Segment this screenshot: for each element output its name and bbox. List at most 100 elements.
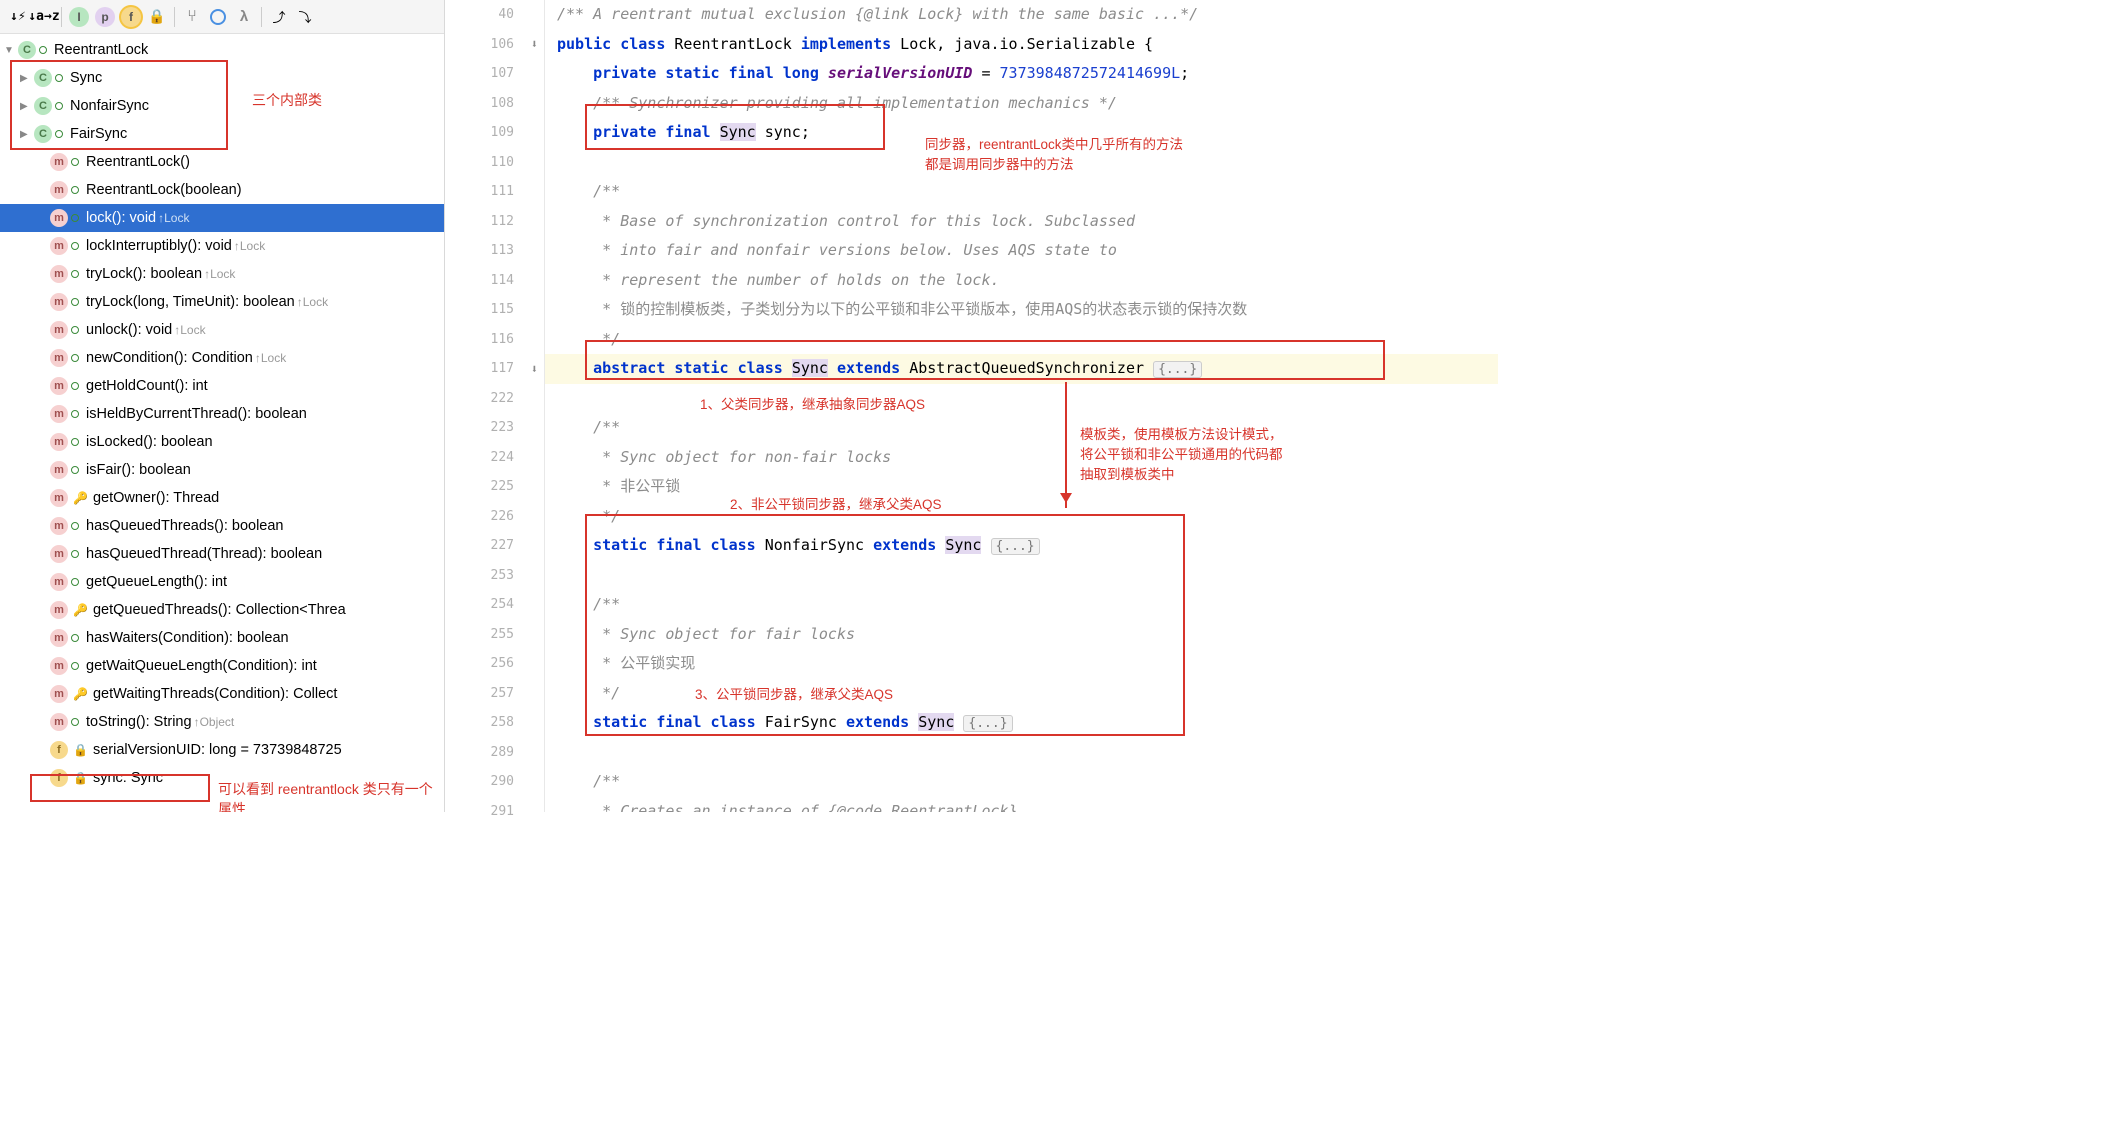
visibility-icon: 🔒: [73, 743, 88, 757]
method-icon: m: [50, 321, 68, 339]
fold-marker[interactable]: {...}: [991, 538, 1040, 555]
class-icon: C: [34, 97, 52, 115]
show-inherited-button[interactable]: ⑂: [180, 5, 204, 29]
line-number[interactable]: 290: [445, 767, 544, 797]
tree-method-node[interactable]: mlock(): void ↑Lock: [0, 204, 444, 232]
tree-method-node[interactable]: mgetHoldCount(): int: [0, 372, 444, 400]
show-anonymous-button[interactable]: [206, 5, 230, 29]
line-number[interactable]: 107: [445, 59, 544, 89]
show-interfaces-button[interactable]: I: [67, 5, 91, 29]
line-number[interactable]: 289: [445, 738, 544, 768]
autoscroll-source-button[interactable]: ⤴: [267, 5, 291, 29]
visibility-icon: [70, 213, 80, 223]
tree-method-node[interactable]: mgetQueueLength(): int: [0, 568, 444, 596]
override-gutter-icon[interactable]: ⬇: [531, 37, 538, 51]
member-name: isFair(): boolean: [86, 462, 191, 478]
line-number[interactable]: 111: [445, 177, 544, 207]
expand-icon[interactable]: ▼: [4, 45, 18, 56]
tree-method-node[interactable]: misLocked(): boolean: [0, 428, 444, 456]
expand-icon[interactable]: ▶: [20, 129, 34, 140]
tree-method-node[interactable]: mtryLock(): boolean ↑Lock: [0, 260, 444, 288]
line-number[interactable]: 291: [445, 797, 544, 827]
class-icon: C: [34, 69, 52, 87]
tree-method-node[interactable]: mhasQueuedThreads(): boolean: [0, 512, 444, 540]
show-lambda-button[interactable]: λ: [232, 5, 256, 29]
line-number[interactable]: 106⬇: [445, 30, 544, 60]
tree-method-node[interactable]: mhasQueuedThread(Thread): boolean: [0, 540, 444, 568]
tree-method-node[interactable]: mtoString(): String ↑Object: [0, 708, 444, 736]
override-gutter-icon[interactable]: ⬇: [531, 362, 538, 376]
method-icon: m: [50, 685, 68, 703]
sort-alpha-button[interactable]: ↓a→z: [32, 5, 56, 29]
code-line: */: [545, 679, 1498, 709]
member-name: getOwner(): Thread: [93, 490, 219, 506]
tree-method-node[interactable]: m🔑getQueuedThreads(): Collection<Threa: [0, 596, 444, 624]
line-number[interactable]: 112: [445, 207, 544, 237]
tree-class-node[interactable]: ▼ C ReentrantLock: [0, 36, 444, 64]
expand-icon[interactable]: ▶: [20, 101, 34, 112]
line-number[interactable]: 116: [445, 325, 544, 355]
line-number[interactable]: 223: [445, 413, 544, 443]
method-icon: m: [50, 265, 68, 283]
tree-method-node[interactable]: mReentrantLock(boolean): [0, 176, 444, 204]
tree-method-node[interactable]: mReentrantLock(): [0, 148, 444, 176]
structure-panel: ↓⚡ ↓a→z I p f 🔒 ⑂ λ ⤴ ⤵ ▼ C ReentrantLoc…: [0, 0, 445, 812]
override-indicator: ↑Lock: [158, 211, 189, 225]
line-number[interactable]: 253: [445, 561, 544, 591]
code-editor[interactable]: /** A reentrant mutual exclusion {@link …: [545, 0, 1498, 812]
tree-inner-class[interactable]: ▶ C NonfairSync: [0, 92, 444, 120]
tree-method-node[interactable]: mnewCondition(): Condition ↑Lock: [0, 344, 444, 372]
override-indicator: ↑Lock: [255, 351, 286, 365]
line-number[interactable]: 224: [445, 443, 544, 473]
autoscroll-from-source-button[interactable]: ⤵: [293, 5, 317, 29]
method-icon: m: [50, 377, 68, 395]
fold-marker[interactable]: {...}: [1153, 361, 1202, 378]
show-nonpublic-button[interactable]: 🔒: [145, 5, 169, 29]
tree-method-node[interactable]: misFair(): boolean: [0, 456, 444, 484]
line-number[interactable]: 222: [445, 384, 544, 414]
tree-field-node[interactable]: f🔒serialVersionUID: long = 73739848725: [0, 736, 444, 764]
tree-method-node[interactable]: m🔑getWaitingThreads(Condition): Collect: [0, 680, 444, 708]
class-name: Sync: [70, 70, 102, 86]
line-number[interactable]: 117⬇: [445, 354, 544, 384]
line-number[interactable]: 226: [445, 502, 544, 532]
code-line: * Sync object for fair locks: [545, 620, 1498, 650]
line-number[interactable]: 115: [445, 295, 544, 325]
tree-method-node[interactable]: mgetWaitQueueLength(Condition): int: [0, 652, 444, 680]
line-number[interactable]: 254: [445, 590, 544, 620]
line-number[interactable]: 114: [445, 266, 544, 296]
structure-tree[interactable]: ▼ C ReentrantLock ▶ C Sync ▶ C NonfairSy…: [0, 34, 444, 812]
visibility-icon: [70, 465, 80, 475]
visibility-icon: [70, 325, 80, 335]
member-name: getQueueLength(): int: [86, 574, 227, 590]
line-number[interactable]: 256: [445, 649, 544, 679]
expand-icon[interactable]: ▶: [20, 73, 34, 84]
tree-method-node[interactable]: mtryLock(long, TimeUnit): boolean ↑Lock: [0, 288, 444, 316]
separator: [174, 7, 175, 27]
show-fields-button[interactable]: f: [119, 5, 143, 29]
method-icon: m: [50, 601, 68, 619]
tree-inner-class[interactable]: ▶ C FairSync: [0, 120, 444, 148]
line-number[interactable]: 40: [445, 0, 544, 30]
tree-inner-class[interactable]: ▶ C Sync: [0, 64, 444, 92]
tree-method-node[interactable]: mlockInterruptibly(): void ↑Lock: [0, 232, 444, 260]
line-number[interactable]: 258: [445, 708, 544, 738]
tree-method-node[interactable]: m🔑getOwner(): Thread: [0, 484, 444, 512]
line-number[interactable]: 108: [445, 89, 544, 119]
show-properties-button[interactable]: p: [93, 5, 117, 29]
code-line: * into fair and nonfair versions below. …: [545, 236, 1498, 266]
line-number[interactable]: 225: [445, 472, 544, 502]
line-number[interactable]: 113: [445, 236, 544, 266]
line-number[interactable]: 109: [445, 118, 544, 148]
line-number[interactable]: 255: [445, 620, 544, 650]
fold-marker[interactable]: {...}: [963, 715, 1012, 732]
member-name: tryLock(): boolean: [86, 266, 202, 282]
line-number[interactable]: 257: [445, 679, 544, 709]
tree-method-node[interactable]: mhasWaiters(Condition): boolean: [0, 624, 444, 652]
tree-method-node[interactable]: misHeldByCurrentThread(): boolean: [0, 400, 444, 428]
sort-by-visibility-button[interactable]: ↓⚡: [6, 5, 30, 29]
code-line: private static final long serialVersionU…: [545, 59, 1498, 89]
tree-method-node[interactable]: munlock(): void ↑Lock: [0, 316, 444, 344]
line-number[interactable]: 227: [445, 531, 544, 561]
line-number[interactable]: 110: [445, 148, 544, 178]
